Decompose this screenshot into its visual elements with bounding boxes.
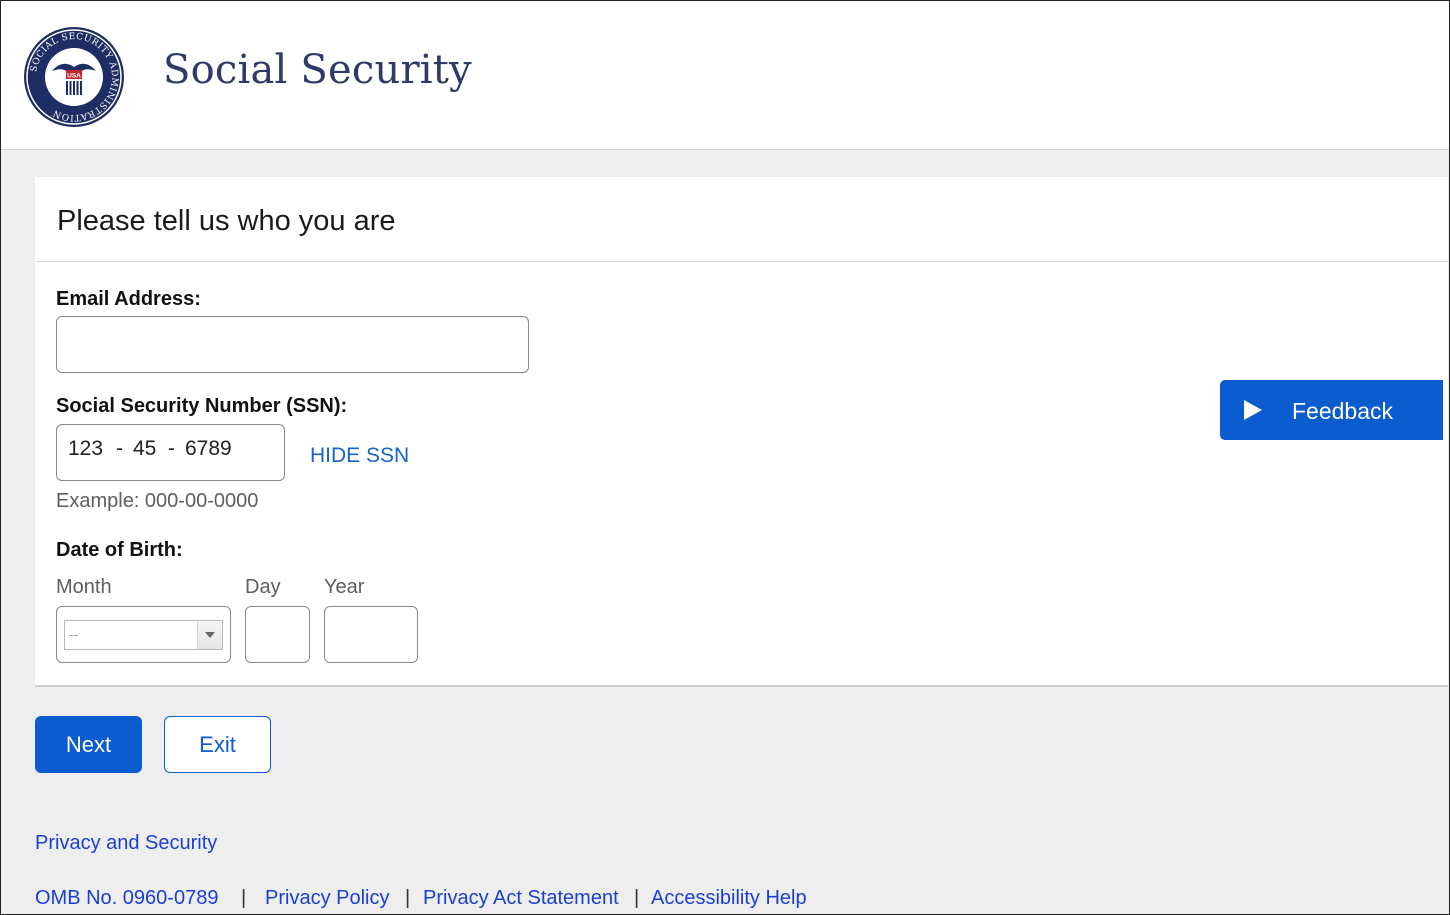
month-dropdown[interactable]: -- bbox=[64, 620, 223, 650]
exit-button[interactable]: Exit bbox=[164, 716, 271, 773]
dob-label: Date of Birth: bbox=[56, 539, 183, 561]
ssn-separator-1: - bbox=[116, 437, 123, 460]
dob-year-field[interactable] bbox=[324, 606, 418, 663]
ssn-separator-2: - bbox=[168, 437, 175, 460]
footer-separator: | bbox=[241, 887, 247, 909]
ssn-label: Social Security Number (SSN): bbox=[56, 395, 348, 417]
accessibility-help-link[interactable]: Accessibility Help bbox=[651, 887, 807, 910]
seal-center-text: USA bbox=[67, 73, 81, 80]
chevron-down-icon[interactable] bbox=[197, 621, 222, 649]
ssn-field[interactable]: 123 - 45 - 6789 bbox=[56, 424, 285, 481]
footer-separator: | bbox=[405, 887, 411, 909]
privacy-act-statement-link[interactable]: Privacy Act Statement bbox=[423, 887, 619, 910]
omb-number-link[interactable]: OMB No. 0960-0789 bbox=[35, 887, 218, 910]
ssa-seal-logo: SOCIAL SECURITY ADMINISTRATION USA bbox=[24, 27, 124, 127]
site-header: SOCIAL SECURITY ADMINISTRATION USA Socia… bbox=[1, 1, 1449, 150]
ssn-part-2: 45 bbox=[133, 437, 157, 460]
feedback-button[interactable]: Feedback bbox=[1220, 380, 1443, 440]
dob-day-field[interactable] bbox=[245, 606, 310, 663]
dob-year-label: Year bbox=[324, 576, 365, 598]
feedback-label: Feedback bbox=[1292, 398, 1394, 424]
dob-month-select[interactable]: -- bbox=[56, 606, 231, 663]
dob-day-label: Day bbox=[245, 576, 281, 598]
privacy-security-link[interactable]: Privacy and Security bbox=[35, 832, 217, 855]
ssn-part-1: 123 bbox=[68, 437, 104, 460]
next-button[interactable]: Next bbox=[35, 716, 142, 773]
footer-separator: | bbox=[634, 887, 640, 909]
ssn-part-3: 6789 bbox=[185, 437, 232, 460]
email-field[interactable] bbox=[56, 316, 529, 373]
play-icon bbox=[1244, 400, 1262, 420]
month-selected-value: -- bbox=[69, 626, 79, 642]
panel-header: Please tell us who you are bbox=[35, 177, 1448, 262]
form-title: Please tell us who you are bbox=[57, 205, 396, 237]
site-title: Social Security bbox=[163, 47, 472, 93]
hide-ssn-link[interactable]: HIDE SSN bbox=[310, 444, 409, 468]
privacy-policy-link[interactable]: Privacy Policy bbox=[265, 887, 389, 910]
dob-month-label: Month bbox=[56, 576, 112, 598]
ssn-example-hint: Example: 000-00-0000 bbox=[56, 490, 259, 512]
email-label: Email Address: bbox=[56, 288, 201, 310]
